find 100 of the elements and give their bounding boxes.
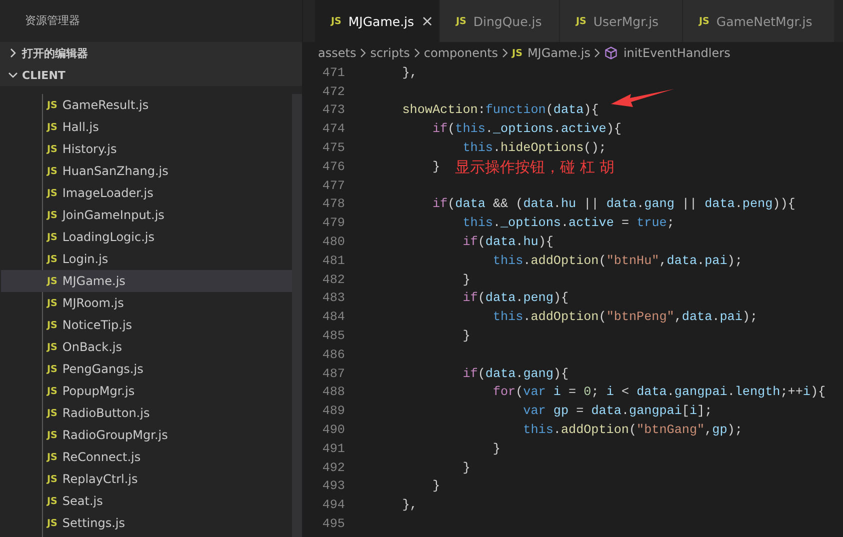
file-item[interactable]: JS Login.js [1, 248, 292, 270]
line-number: 477 [321, 178, 345, 194]
file-item[interactable]: JS GameResult.js [1, 94, 292, 116]
code-line: if(this._options.active){ [432, 122, 622, 138]
js-file-icon: JS [47, 408, 58, 418]
code-line: }, [402, 498, 418, 514]
line-number: 478 [321, 197, 345, 212]
file-item[interactable]: JS Hall.js [1, 116, 292, 138]
code-line: this.addOption("btnGang",gp); [523, 423, 742, 438]
code-line: this.addOption("btnPeng",data.pai); [492, 310, 758, 326]
explorer-title: 资源管理器 [25, 14, 80, 28]
chevron-icon [412, 48, 421, 58]
file-item[interactable]: JS LoadingLogic.js [1, 226, 292, 248]
line-number: 474 [321, 122, 345, 138]
line-number: 483 [321, 291, 345, 306]
breadcrumb-item[interactable]: JS MJGame.js [512, 46, 590, 60]
code-line: } [492, 442, 500, 457]
code-line: if(data && (data.hu || data.gang || data.peng)){ [432, 197, 796, 212]
close-icon[interactable]: × [421, 14, 434, 28]
line-number: 479 [321, 216, 345, 232]
section-header[interactable]: CLIENT [0, 64, 302, 86]
js-file-icon: JS [576, 14, 586, 28]
code-line: if(data.gang){ [462, 366, 569, 382]
code-line: } [432, 479, 440, 494]
file-item[interactable]: JS JoinGameInput.js [1, 204, 292, 226]
editor-tab[interactable]: JS MJGame.js × [315, 0, 440, 42]
file-item[interactable]: JS Seat.js [1, 490, 292, 512]
line-number: 490 [321, 423, 345, 438]
line-number: 476 [321, 160, 345, 175]
js-file-icon: JS [512, 48, 522, 58]
code-line: this.hideOptions(); [462, 141, 606, 156]
line-number: 472 [321, 84, 345, 100]
breadcrumb-item[interactable]: components [424, 46, 498, 60]
line-number: 485 [321, 329, 345, 344]
file-item[interactable]: JS RadioGroupMgr.js [1, 424, 292, 446]
file-item[interactable]: JS PengGangs.js [1, 358, 292, 380]
chevron-icon [501, 48, 510, 58]
file-item[interactable]: JS OnBack.js [1, 336, 292, 358]
js-file-icon: JS [47, 342, 58, 352]
js-file-icon: JS [47, 122, 58, 132]
file-item[interactable]: JS PopupMgr.js [1, 380, 292, 402]
js-file-icon: JS [47, 452, 58, 462]
cube-icon [604, 46, 618, 60]
line-number: 495 [321, 517, 345, 532]
editor-tab[interactable]: JS GameNetMgr.js [683, 0, 835, 42]
chevron-icon [359, 48, 368, 58]
js-file-icon: JS [47, 276, 58, 286]
code-line: } [462, 460, 470, 476]
file-item[interactable]: JS HuanSanZhang.js [1, 160, 292, 182]
file-item[interactable]: JS ReConnect.js [1, 446, 292, 468]
code-line: var gp = data.gangpai[i]; [523, 404, 712, 420]
file-item[interactable]: JS History.js [1, 138, 292, 160]
file-item[interactable]: JS MJRoom.js [1, 292, 292, 314]
section-header[interactable]: 打开的编辑器 [0, 42, 302, 64]
file-item[interactable]: JS ReplayCtrl.js [1, 468, 292, 490]
editor-tab[interactable]: JS UserMgr.js [560, 0, 683, 42]
code-line: for(var i = 0; i < data.gangpai.length;++i){ [492, 385, 826, 400]
js-file-icon: JS [47, 166, 58, 176]
editor-tab[interactable]: JS DingQue.js [440, 0, 560, 42]
chevron-icon [593, 48, 602, 58]
breadcrumb-item[interactable]: initEventHandlers [604, 46, 730, 60]
annotation-text: 显示操作按钮，碰 杠 胡 [455, 158, 615, 177]
line-number: 473 [321, 103, 345, 118]
code-line: showAction:function(data){ [402, 103, 599, 118]
js-file-icon: JS [47, 210, 58, 220]
line-number: 491 [321, 442, 345, 457]
line-number: 488 [321, 385, 345, 400]
line-number: 489 [321, 404, 345, 420]
js-file-icon: JS [47, 100, 58, 110]
line-number: 493 [321, 479, 345, 494]
js-file-icon: JS [456, 14, 466, 28]
js-file-icon: JS [47, 518, 58, 528]
js-file-icon: JS [47, 430, 58, 440]
breadcrumb-item[interactable]: assets [318, 46, 356, 60]
file-item[interactable]: JS NoticeTip.js [1, 314, 292, 336]
line-number: 480 [321, 235, 345, 250]
line-number: 492 [321, 460, 345, 476]
file-item[interactable]: JS Settings.js [1, 512, 292, 534]
scrollbar[interactable] [292, 94, 302, 537]
js-file-icon: JS [47, 364, 58, 374]
code-line: if(data.peng){ [462, 291, 569, 306]
code-line: } [432, 160, 440, 175]
code-line: } [462, 329, 470, 344]
line-number: 486 [321, 348, 345, 363]
line-number: 481 [321, 254, 345, 269]
code-line: }, [402, 66, 418, 81]
file-item[interactable]: JS RadioButton.js [1, 402, 292, 424]
file-item[interactable]: JS MJGame.js [1, 270, 292, 292]
js-file-icon: JS [47, 254, 58, 264]
line-number: 484 [321, 310, 345, 326]
js-file-icon: JS [47, 386, 58, 396]
line-number: 482 [321, 272, 345, 288]
code-line: this.addOption("btnHu",data.pai); [492, 254, 742, 269]
line-number: 494 [321, 498, 345, 514]
code-line: this._options.active = true; [462, 216, 674, 232]
file-item[interactable]: JS ImageLoader.js [1, 182, 292, 204]
breadcrumb-item[interactable]: scripts [370, 46, 410, 60]
js-file-icon: JS [47, 320, 58, 330]
js-file-icon: JS [47, 496, 58, 506]
code-line: } [462, 272, 470, 288]
